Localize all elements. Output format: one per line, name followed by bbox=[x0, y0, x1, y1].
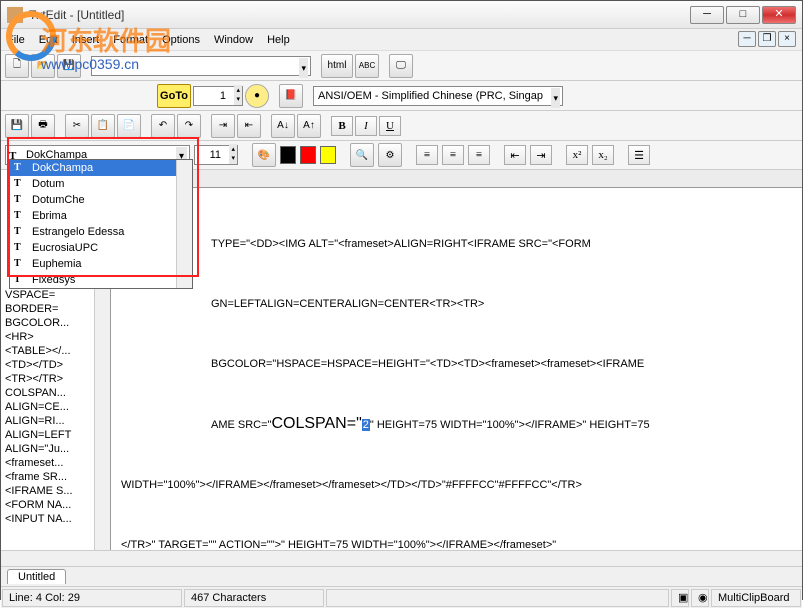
text-editor[interactable]: TYPE="<DD><IMG ALT="<frameset>ALIGN=RIGH… bbox=[111, 170, 802, 550]
font-dropdown[interactable]: DokChampa Dotum DotumChe Ebrima Estrange… bbox=[9, 159, 193, 289]
indent-left-button[interactable]: ⇤ bbox=[237, 114, 261, 138]
mdi-minimize-button[interactable]: ─ bbox=[738, 31, 756, 47]
color-red-button[interactable] bbox=[300, 146, 316, 164]
align-left-button[interactable]: ≡ bbox=[416, 145, 438, 165]
status-icon-1[interactable]: ▣ bbox=[671, 589, 689, 607]
indent-decrease-button[interactable]: ⇥ bbox=[530, 145, 552, 165]
mdi-restore-button[interactable]: ❐ bbox=[758, 31, 776, 47]
document-tabs: Untitled bbox=[1, 566, 802, 586]
preview-button[interactable]: 🖵 bbox=[389, 54, 413, 78]
horizontal-scrollbar[interactable] bbox=[1, 550, 802, 566]
cut-button[interactable]: ✂ bbox=[65, 114, 89, 138]
print-button[interactable]: 🖶 bbox=[31, 114, 55, 138]
menu-format[interactable]: Format bbox=[113, 34, 148, 46]
palette-button[interactable]: 🎨 bbox=[252, 143, 276, 167]
minimize-button[interactable]: ─ bbox=[690, 6, 724, 24]
status-chars: 467 Characters bbox=[184, 589, 324, 607]
edit-toolbar: 💾 🖶 ✂ 📋 📄 ↶ ↷ ⇥ ⇤ A↓ A↑ B I U bbox=[1, 111, 802, 141]
font-option-dotumche[interactable]: DotumChe bbox=[10, 192, 192, 208]
editor-content[interactable]: TYPE="<DD><IMG ALT="<frameset>ALIGN=RIGH… bbox=[111, 188, 802, 550]
sort-desc-button[interactable]: A↑ bbox=[297, 114, 321, 138]
subscript-button[interactable]: x₂ bbox=[592, 145, 614, 165]
find-button[interactable]: 🔍 bbox=[350, 143, 374, 167]
menu-bar: File Edit Insert Format Options Window H… bbox=[1, 29, 802, 51]
font-option-eucrosia[interactable]: EucrosiaUPC bbox=[10, 240, 192, 256]
text-selection: 2 bbox=[362, 419, 370, 431]
goto-spinner[interactable]: 1 bbox=[193, 86, 243, 106]
underline-button[interactable]: U bbox=[379, 116, 401, 136]
status-icon-2[interactable]: ◉ bbox=[691, 589, 709, 607]
font-option-dokchampa[interactable]: DokChampa bbox=[10, 160, 192, 176]
sort-asc-button[interactable]: A↓ bbox=[271, 114, 295, 138]
status-empty bbox=[326, 589, 669, 607]
font-size-spinner[interactable]: 11 bbox=[194, 145, 238, 165]
status-bar: Line: 4 Col: 29 467 Characters ▣ ◉ Multi… bbox=[1, 586, 802, 608]
copy-button[interactable]: 📋 bbox=[91, 114, 115, 138]
menu-window[interactable]: Window bbox=[214, 34, 253, 46]
maximize-button[interactable]: □ bbox=[726, 6, 760, 24]
save-button[interactable]: 💾 bbox=[57, 54, 81, 78]
watermark-logo bbox=[6, 11, 56, 61]
redo-button[interactable]: ↷ bbox=[177, 114, 201, 138]
replace-button[interactable]: ⚙ bbox=[378, 143, 402, 167]
mdi-buttons: ─ ❐ × bbox=[738, 31, 796, 47]
indent-right-button[interactable]: ⇥ bbox=[211, 114, 235, 138]
font-option-estrangelo[interactable]: Estrangelo Edessa bbox=[10, 224, 192, 240]
ruler bbox=[111, 170, 802, 188]
menu-help[interactable]: Help bbox=[267, 34, 290, 46]
document-combo[interactable] bbox=[91, 56, 311, 76]
goto-toolbar: GoTo 1 ● 📕 ANSI/OEM - Simplified Chinese… bbox=[1, 81, 802, 111]
goto-marker-button[interactable]: ● bbox=[245, 84, 269, 108]
paste-button[interactable]: 📄 bbox=[117, 114, 141, 138]
align-center-button[interactable]: ≡ bbox=[442, 145, 464, 165]
font-option-dotum[interactable]: Dotum bbox=[10, 176, 192, 192]
font-option-ebrima[interactable]: Ebrima bbox=[10, 208, 192, 224]
dropdown-scrollbar[interactable] bbox=[176, 160, 192, 288]
font-option-euphemia[interactable]: Euphemia bbox=[10, 256, 192, 272]
save-icon[interactable]: 💾 bbox=[5, 114, 29, 138]
list-button[interactable]: ☰ bbox=[628, 145, 650, 165]
superscript-button[interactable]: x² bbox=[566, 145, 588, 165]
main-toolbar: 🗋 📂 💾 html ABC 🖵 bbox=[1, 51, 802, 81]
color-black-button[interactable] bbox=[280, 146, 296, 164]
font-option-fixedsys[interactable]: Fixedsys bbox=[10, 272, 192, 288]
spellcheck-button[interactable]: ABC bbox=[355, 54, 379, 78]
undo-button[interactable]: ↶ bbox=[151, 114, 175, 138]
close-button[interactable]: ✕ bbox=[762, 6, 796, 24]
align-right-button[interactable]: ≡ bbox=[468, 145, 490, 165]
bold-button[interactable]: B bbox=[331, 116, 353, 136]
mdi-close-button[interactable]: × bbox=[778, 31, 796, 47]
menu-insert[interactable]: Insert bbox=[72, 34, 100, 46]
indent-increase-button[interactable]: ⇤ bbox=[504, 145, 526, 165]
italic-button[interactable]: I bbox=[355, 116, 377, 136]
goto-button[interactable]: GoTo bbox=[157, 84, 191, 108]
menu-options[interactable]: Options bbox=[162, 34, 200, 46]
window-buttons: ─ □ ✕ bbox=[690, 6, 796, 24]
html-mode-button[interactable]: html bbox=[321, 54, 353, 78]
tab-untitled[interactable]: Untitled bbox=[7, 569, 66, 584]
window-title: TxtEdit - [Untitled] bbox=[29, 8, 690, 22]
book-button[interactable]: 📕 bbox=[279, 84, 303, 108]
color-yellow-button[interactable] bbox=[320, 146, 336, 164]
status-clipboard[interactable]: MultiClipBoard bbox=[711, 589, 801, 607]
title-bar: TxtEdit - [Untitled] ─ □ ✕ bbox=[1, 1, 802, 29]
encoding-combo[interactable]: ANSI/OEM - Simplified Chinese (PRC, Sing… bbox=[313, 86, 563, 106]
status-position: Line: 4 Col: 29 bbox=[2, 589, 182, 607]
